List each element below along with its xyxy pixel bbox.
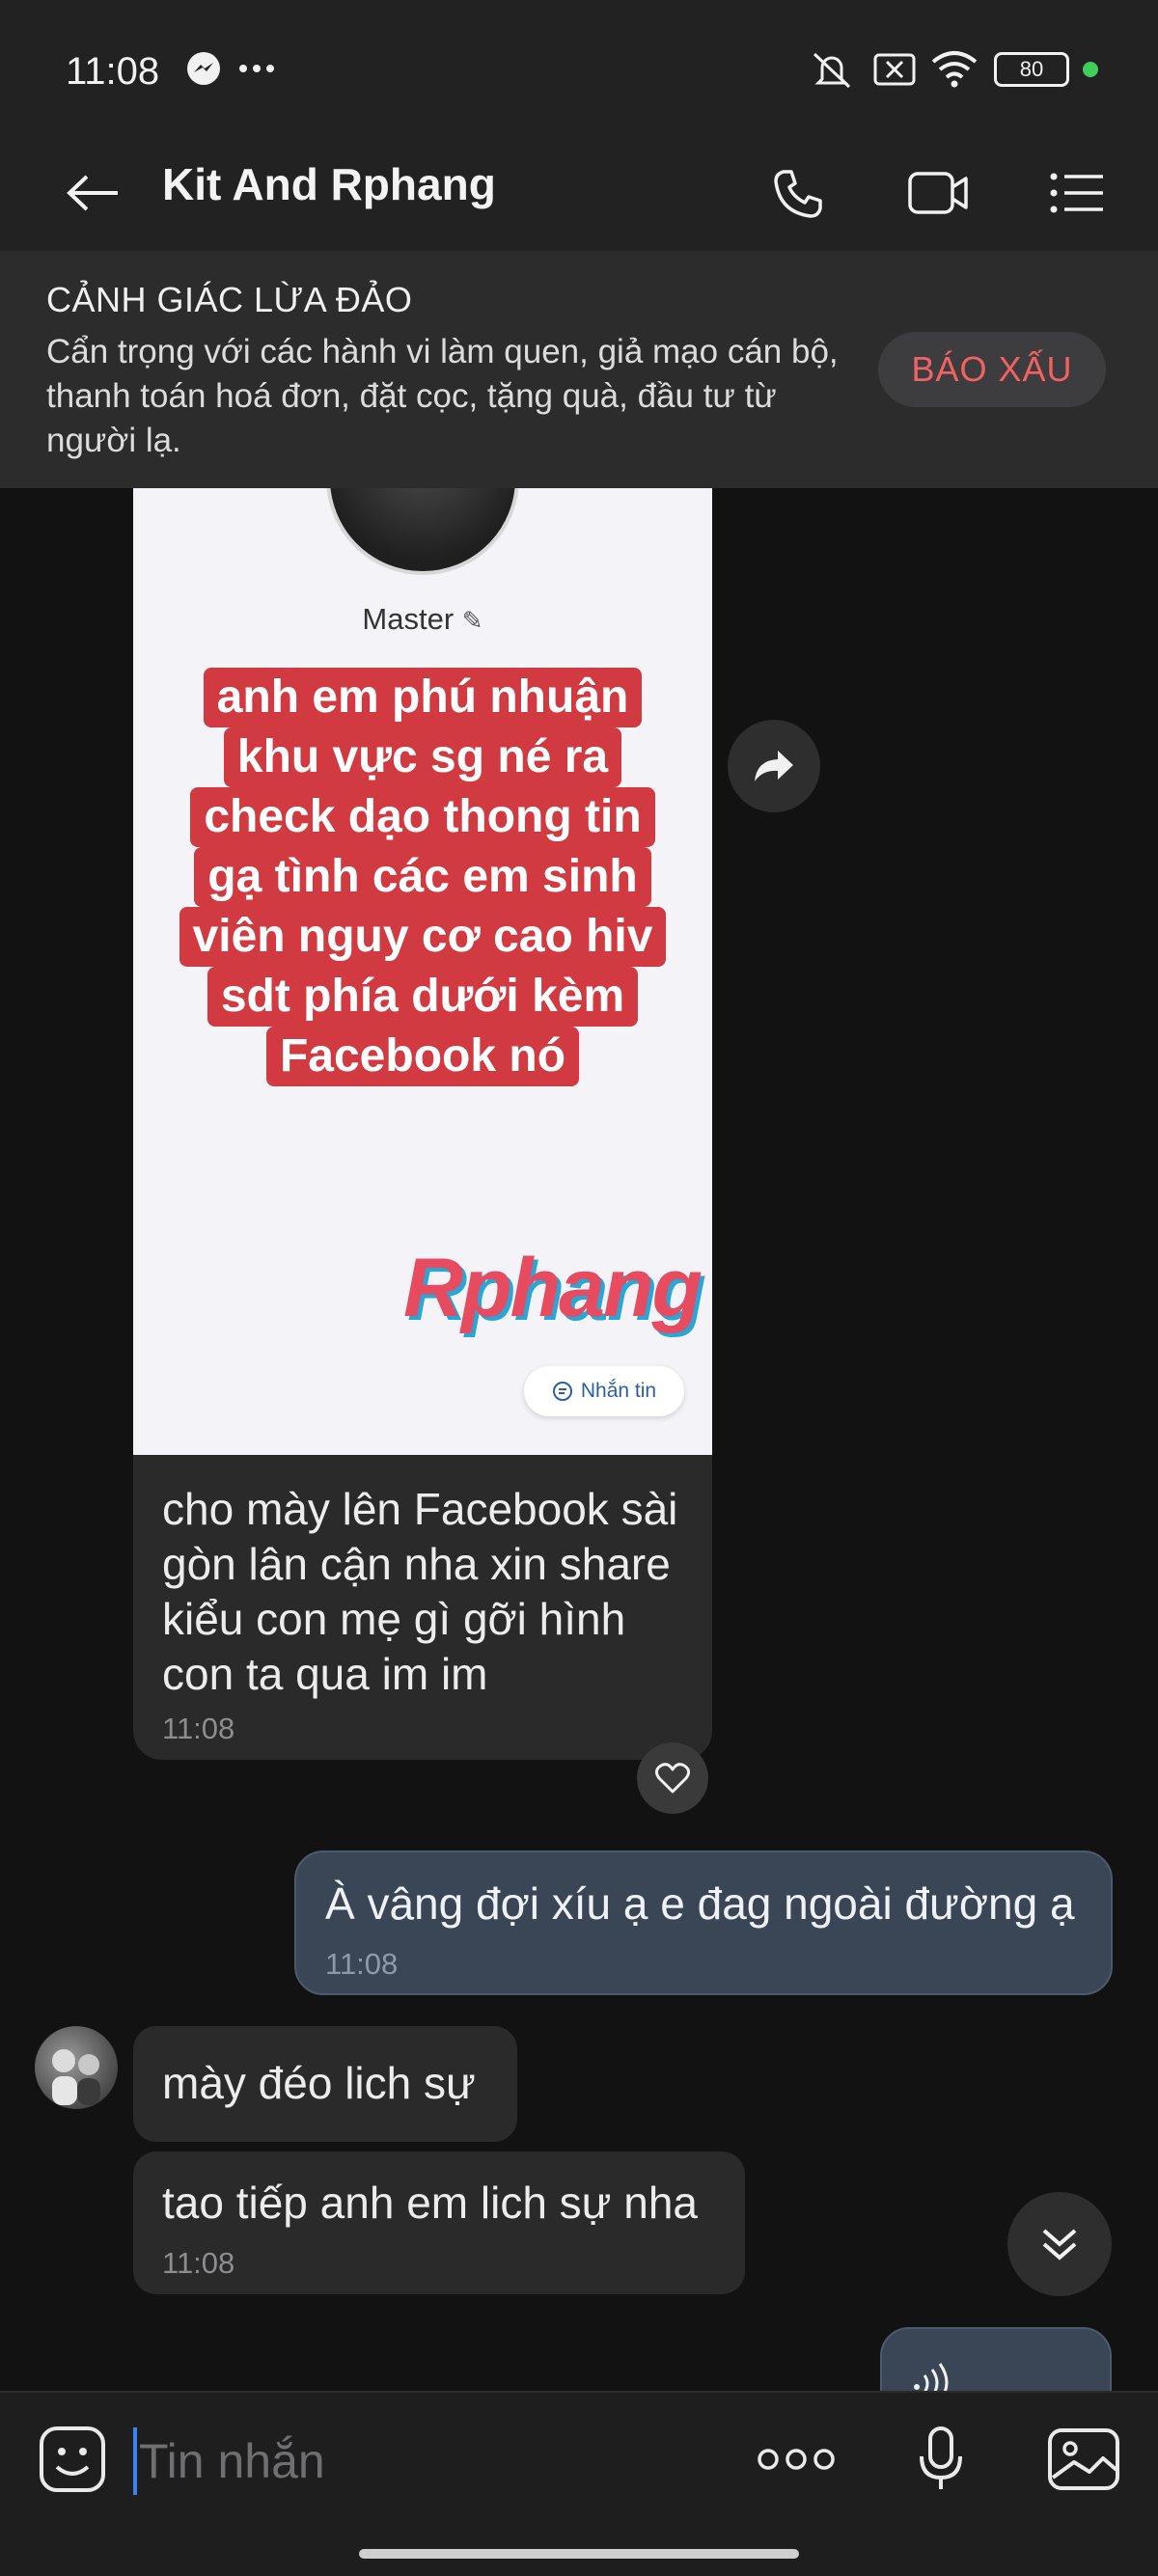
red-text-block: anh em phú nhuận khu vực sg né ra check … [133, 668, 712, 1086]
red-text-line: khu vực sg né ra [223, 727, 622, 787]
video-call-button[interactable] [899, 154, 977, 232]
received-message-bubble[interactable]: mày đéo lich sự [133, 2026, 517, 2142]
status-time: 11:08 [66, 50, 160, 93]
video-camera-icon [908, 172, 968, 214]
received-image-message[interactable]: Master ✎ anh em phú nhuận khu vực sg né … [133, 488, 712, 1760]
wifi-icon [930, 50, 979, 94]
more-dots-icon [758, 2449, 835, 2470]
profile-name-row: Master ✎ [133, 602, 712, 637]
sender-avatar[interactable] [35, 2026, 118, 2109]
status-bar: 11:08 80 [0, 0, 1158, 135]
message-time: 11:08 [162, 1712, 235, 1745]
scam-warning-banner: CẢNH GIÁC LỪA ĐẢO Cẩn trọng với các hành… [0, 251, 1158, 488]
more-notifications-icon [237, 62, 276, 79]
red-text-line: viên nguy cơ cao hiv [179, 907, 667, 967]
message-list[interactable]: Master ✎ anh em phú nhuận khu vực sg né … [0, 488, 1158, 2391]
back-arrow-icon [67, 175, 118, 211]
list-menu-icon [1050, 173, 1103, 213]
image-gallery-icon [1048, 2428, 1119, 2490]
message-text: tao tiếp anh em lich sự nha [162, 2178, 699, 2228]
profile-photo [326, 488, 519, 575]
voice-message-bubble[interactable] [880, 2327, 1112, 2391]
home-indicator[interactable] [359, 2549, 799, 2559]
red-text-line: sdt phía dưới kèm [207, 967, 639, 1027]
voice-call-button[interactable] [760, 154, 838, 232]
mute-icon [809, 50, 855, 96]
warning-title: CẢNH GIÁC LỪA ĐẢO [46, 280, 413, 319]
watermark-logo: Rphang [403, 1242, 703, 1334]
forward-arrow-icon [755, 751, 793, 781]
microphone-icon [920, 2426, 962, 2489]
red-text-line: gạ tình các em sinh [194, 847, 651, 907]
phone-icon [774, 170, 822, 218]
active-dot-icon [1083, 62, 1098, 77]
conversation-title[interactable]: Kit And Rphang [162, 158, 496, 210]
chat-bubble-icon [552, 1382, 572, 1401]
heart-icon [655, 1763, 690, 1794]
battery-icon: 80 [994, 52, 1069, 87]
received-message-bubble[interactable]: tao tiếp anh em lich sự nha 11:08 [133, 2151, 745, 2294]
shared-screenshot-image[interactable]: Master ✎ anh em phú nhuận khu vực sg né … [133, 488, 712, 1455]
screenshot-message-pill: Nhắn tin [524, 1366, 684, 1416]
composer-bar: Tin nhắn [0, 2391, 1158, 2576]
red-text-line: Facebook nó [265, 1027, 580, 1086]
message-time: 11:08 [162, 2246, 235, 2280]
profile-name: Master [362, 602, 455, 636]
message-time: 11:08 [325, 1947, 399, 1981]
report-button[interactable]: BÁO XẤU [878, 332, 1106, 407]
voice-record-button[interactable] [897, 2416, 984, 2503]
no-sim-icon [872, 50, 917, 94]
messenger-icon [185, 50, 222, 92]
chat-header: Kit And Rphang [0, 135, 1158, 251]
back-button[interactable] [54, 154, 131, 232]
audio-wave-icon [914, 2363, 949, 2391]
message-text: mày đéo lich sự [162, 2058, 476, 2108]
message-input[interactable]: Tin nhắn [139, 2433, 325, 2489]
options-button[interactable] [1038, 154, 1116, 232]
warning-body: Cẩn trọng với các hành vi làm quen, giả … [46, 333, 839, 459]
sticker-face-icon [40, 2426, 105, 2492]
sent-message-bubble[interactable]: À vâng đợi xíu ạ e đag ngoài đường ạ 11:… [294, 1850, 1113, 1995]
scroll-to-bottom-button[interactable] [1007, 2192, 1112, 2296]
gallery-button[interactable] [1040, 2416, 1127, 2503]
forward-button[interactable] [728, 720, 820, 812]
edit-pencil-icon: ✎ [461, 606, 483, 635]
message-text: À vâng đợi xíu ạ e đag ngoài đường ạ [325, 1878, 1075, 1929]
red-text-line: anh em phú nhuận [203, 668, 643, 727]
message-caption: cho mày lên Facebook sài gòn lân cận nha… [162, 1484, 678, 1699]
react-heart-button[interactable] [637, 1742, 708, 1814]
red-text-line: check dạo thong tin [190, 787, 655, 847]
message-pill-label: Nhắn tin [580, 1380, 657, 1402]
double-chevron-down-icon [1042, 2229, 1077, 2261]
more-options-button[interactable] [753, 2416, 840, 2503]
text-caret [133, 2427, 137, 2495]
sticker-button[interactable] [29, 2416, 116, 2503]
